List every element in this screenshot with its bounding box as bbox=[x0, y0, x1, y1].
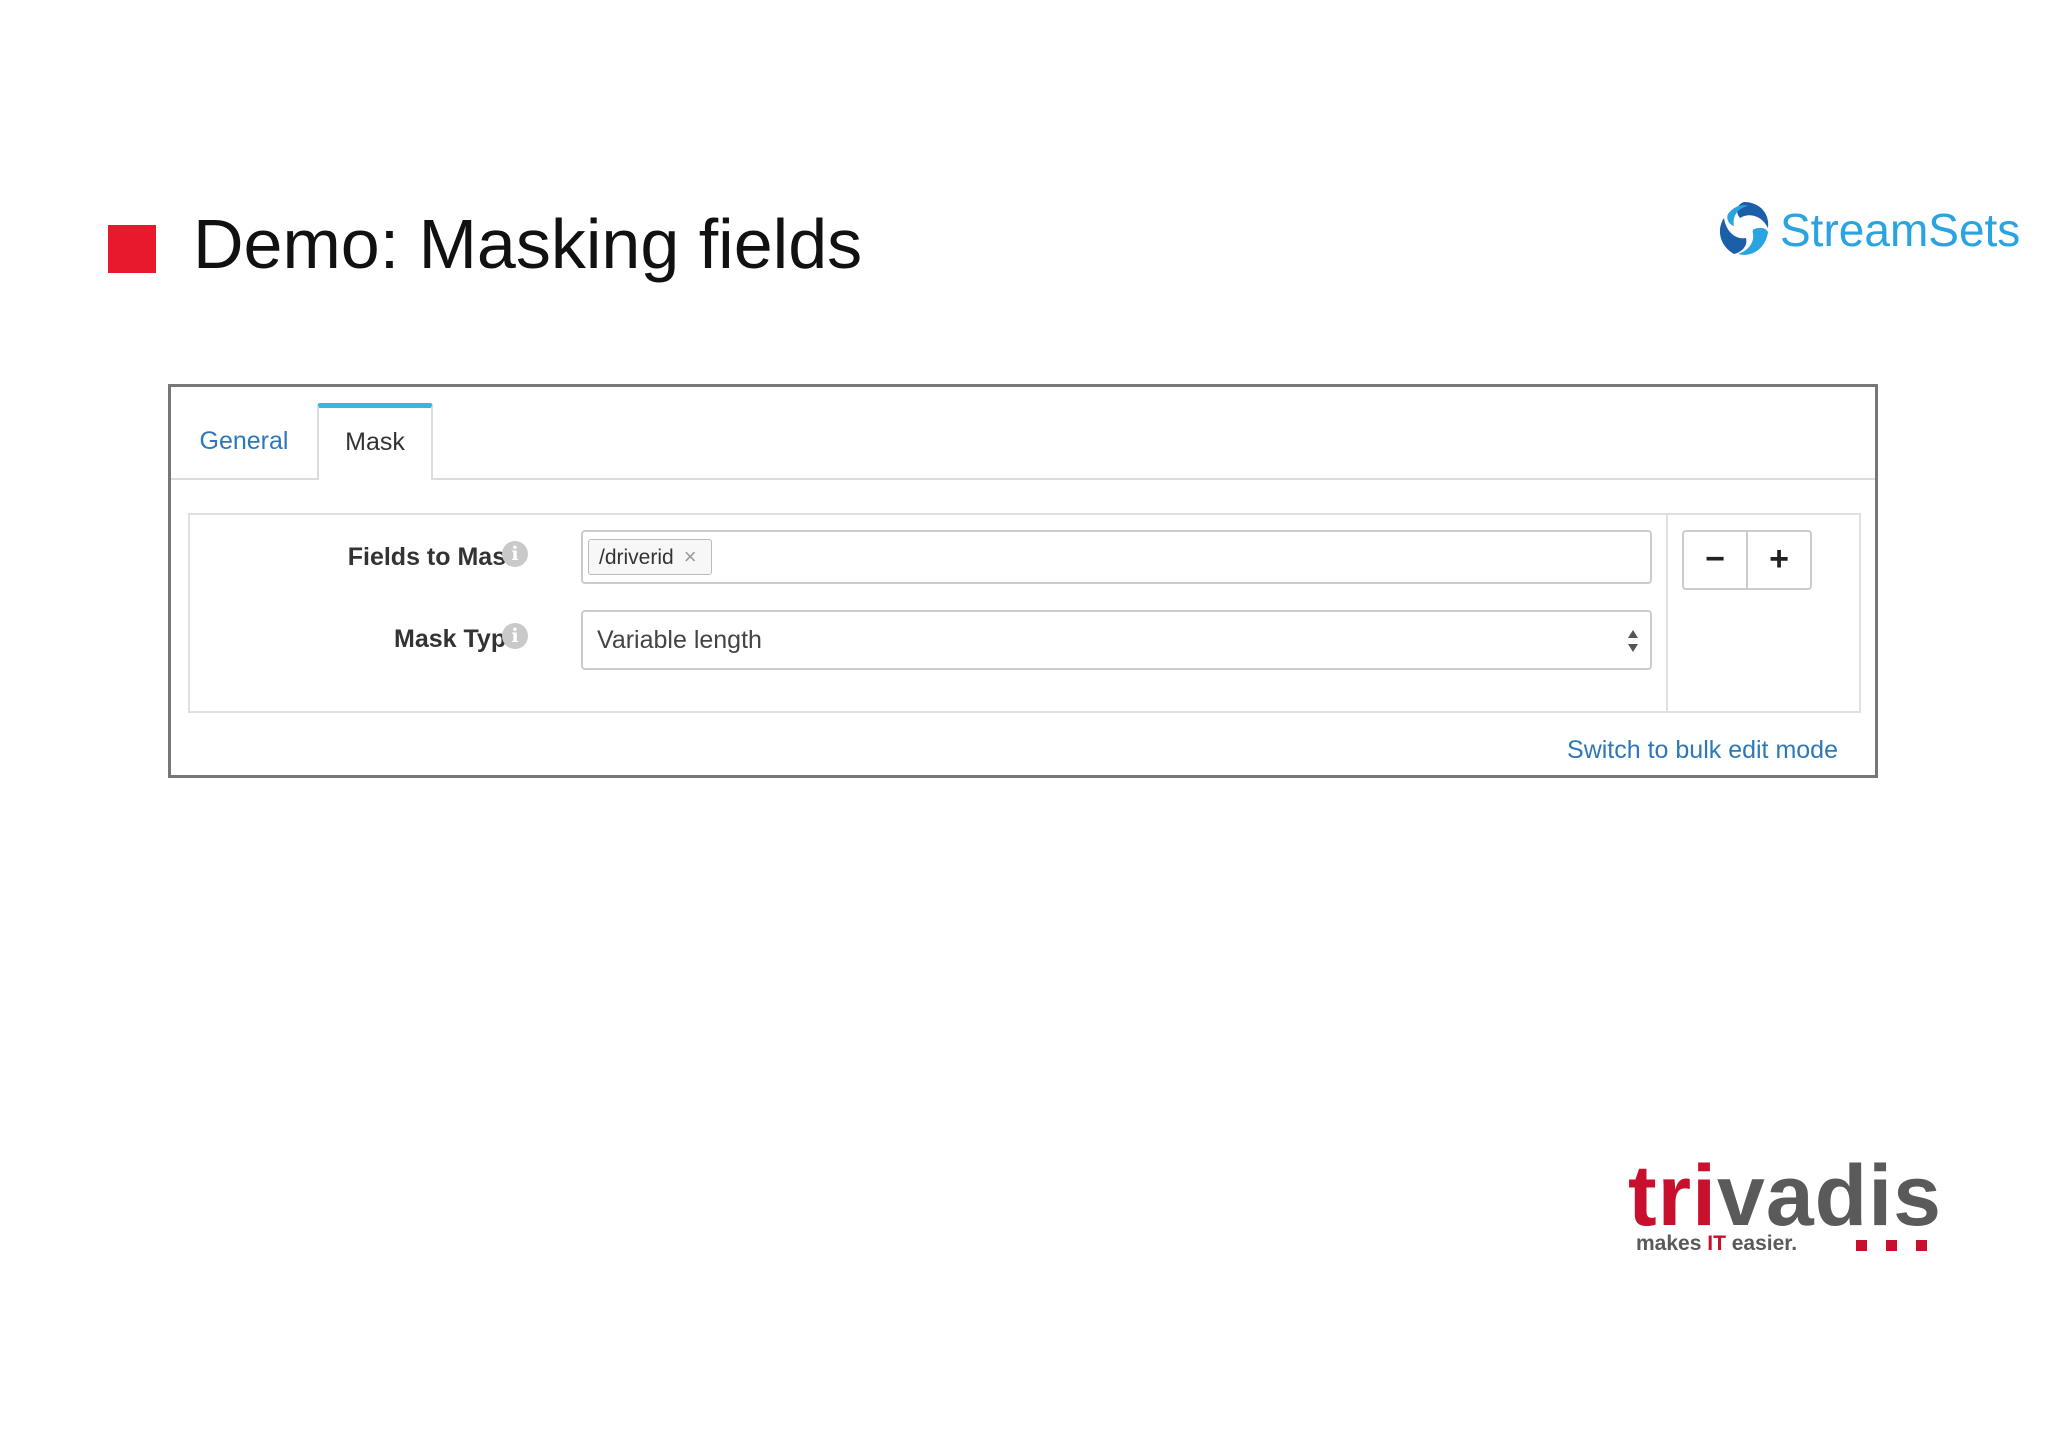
info-icon[interactable]: i bbox=[502, 541, 528, 567]
close-icon[interactable]: × bbox=[684, 544, 697, 569]
info-icon[interactable]: i bbox=[502, 623, 528, 649]
trivadis-tagline: makes IT easier. bbox=[1636, 1232, 1797, 1256]
streamsets-logo-text: StreamSets bbox=[1780, 204, 2021, 256]
tagline-highlight: IT bbox=[1707, 1232, 1726, 1255]
panel-divider bbox=[1666, 515, 1668, 711]
tab-mask[interactable]: Mask bbox=[317, 403, 433, 480]
tagline-post: easier. bbox=[1725, 1232, 1798, 1255]
row-action-buttons: − + bbox=[1682, 530, 1812, 590]
trivadis-word-red: tri bbox=[1628, 1148, 1717, 1244]
fields-to-mask-input[interactable]: /driverid × bbox=[581, 530, 1652, 584]
tagline-pre: makes bbox=[1636, 1232, 1708, 1255]
switch-bulk-edit-link[interactable]: Switch to bulk edit mode bbox=[1567, 736, 1838, 765]
minus-icon[interactable]: − bbox=[1684, 532, 1748, 588]
field-tag-driverid: /driverid × bbox=[588, 539, 712, 575]
trivadis-wordmark: trivadis bbox=[1628, 1146, 1942, 1246]
mask-type-value: Variable length bbox=[597, 626, 762, 654]
mask-config-panel: Fields to Mask i /driverid × Mask Type i … bbox=[188, 513, 1861, 713]
select-arrows-icon bbox=[1628, 630, 1638, 652]
field-tag-label: /driverid bbox=[599, 546, 674, 569]
streamsets-logo: StreamSets bbox=[1714, 198, 2020, 262]
streamsets-logo-icon bbox=[1719, 202, 1769, 255]
slide-title: Demo: Masking fields bbox=[193, 205, 863, 283]
tab-bar: General Mask bbox=[171, 387, 1875, 480]
trivadis-logo: trivadis makes IT easier. bbox=[1628, 1148, 1968, 1260]
mask-type-select[interactable]: Variable length bbox=[581, 610, 1652, 670]
trivadis-word-grey: vadis bbox=[1717, 1148, 1942, 1244]
plus-icon[interactable]: + bbox=[1748, 532, 1810, 588]
stage-config-screenshot: General Mask Fields to Mask i /driverid ×… bbox=[168, 384, 1878, 778]
tab-general[interactable]: General bbox=[171, 403, 317, 480]
trivadis-dots bbox=[1856, 1240, 1936, 1252]
mask-type-label: Mask Type bbox=[394, 625, 520, 653]
fields-to-mask-label: Fields to Mask bbox=[347, 543, 520, 571]
title-bullet bbox=[108, 225, 156, 273]
